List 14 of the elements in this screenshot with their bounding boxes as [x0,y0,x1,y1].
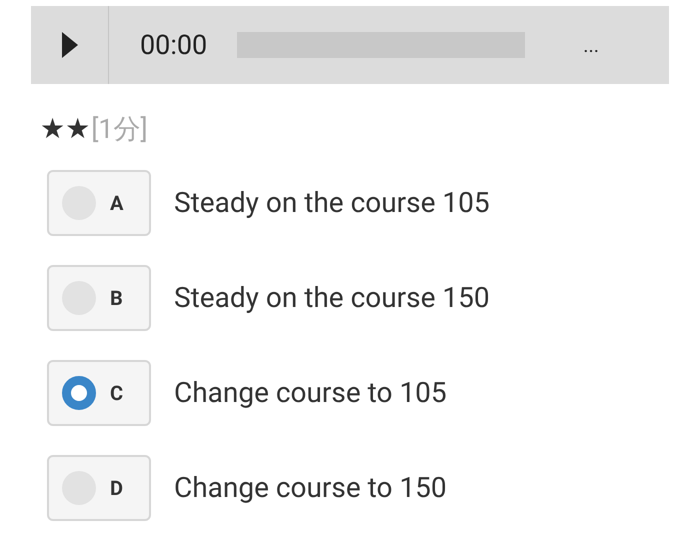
difficulty-stars: ★★ [40,111,90,147]
option-button[interactable]: C [47,360,151,426]
option-text: Change course to 105 [174,375,447,411]
option-button[interactable]: A [47,170,151,236]
option-text: Steady on the course 105 [174,185,490,221]
option-button[interactable]: B [47,265,151,331]
option-text: Change course to 150 [174,470,447,506]
option-button[interactable]: D [47,455,151,521]
score-label: [1分] [91,112,148,147]
more-button[interactable]: ... [583,35,600,55]
radio-selected-icon [62,376,96,410]
time-label: 00:00 [140,28,208,63]
play-icon [62,32,78,58]
option-text: Steady on the course 150 [174,280,490,316]
